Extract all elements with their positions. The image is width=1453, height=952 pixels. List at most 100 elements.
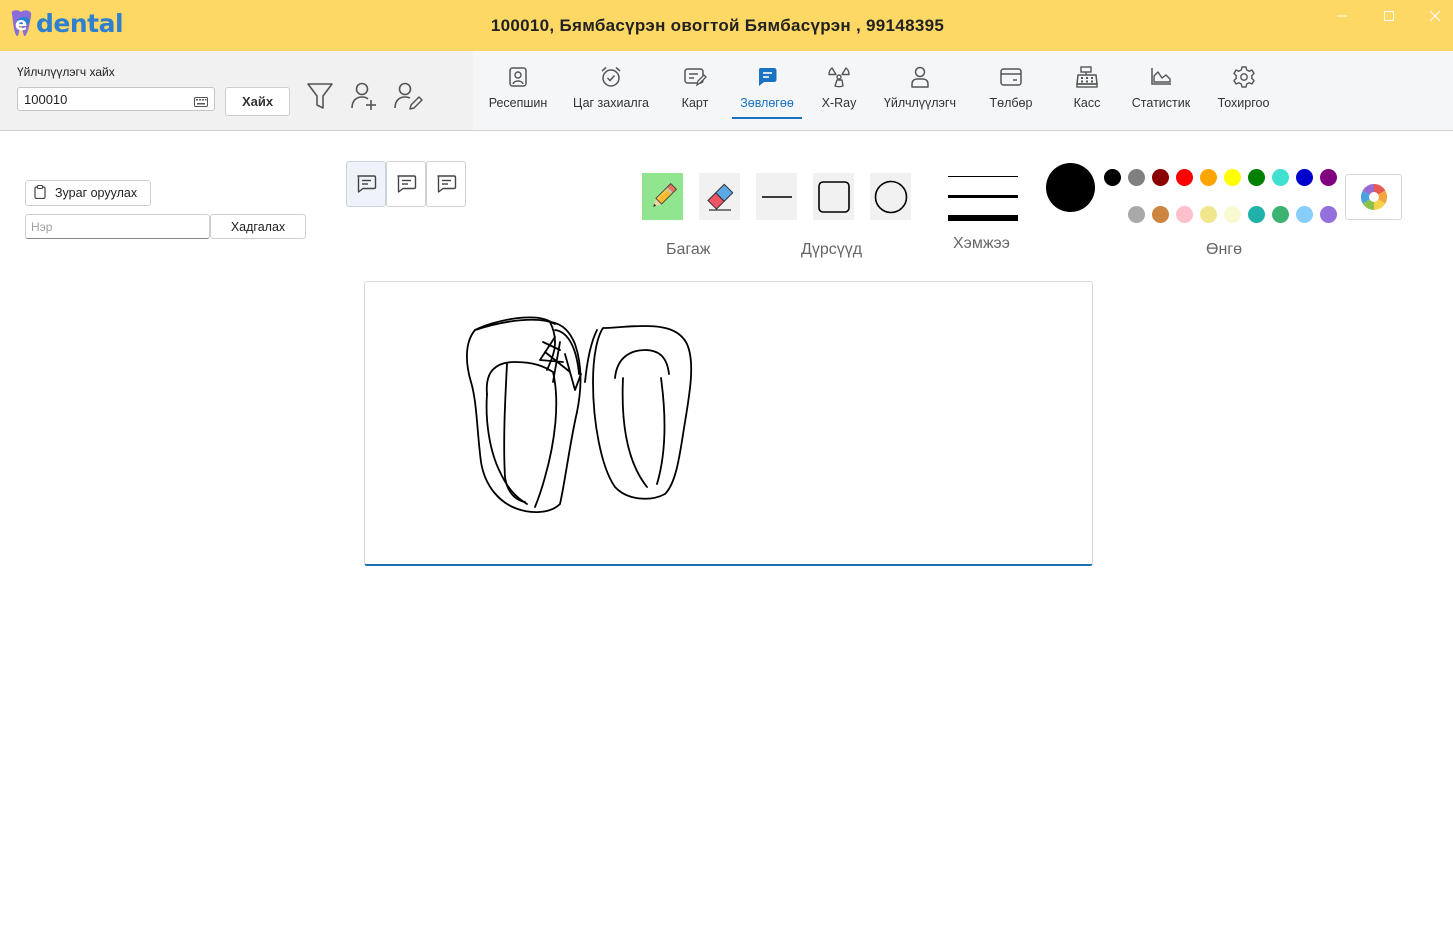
note-button-2[interactable] xyxy=(386,161,426,207)
card-edit-icon xyxy=(683,65,707,89)
color-swatch[interactable] xyxy=(1272,169,1289,186)
tools-group-label: Багаж xyxy=(666,241,711,258)
keyboard-icon[interactable] xyxy=(194,94,208,112)
nav-xray[interactable]: X-Ray xyxy=(818,65,860,119)
color-swatch[interactable] xyxy=(1152,169,1169,186)
add-user-icon xyxy=(351,82,376,110)
color-swatch[interactable] xyxy=(1296,169,1313,186)
color-swatch[interactable] xyxy=(1296,206,1313,223)
stroke-size-thick[interactable] xyxy=(948,215,1018,221)
search-field[interactable] xyxy=(17,87,215,111)
color-swatch[interactable] xyxy=(1152,206,1169,223)
color-swatch[interactable] xyxy=(1320,206,1337,223)
note-button-1[interactable] xyxy=(346,161,386,207)
shapes-group-label: Дүрсүүд xyxy=(801,241,863,258)
note-3-icon xyxy=(437,175,457,193)
nav-label: Карт xyxy=(681,96,709,110)
color-swatch[interactable] xyxy=(1224,206,1241,223)
color-swatch[interactable] xyxy=(1248,169,1265,186)
eraser-tool-button[interactable] xyxy=(699,173,740,220)
nav-label: Тохиргоо xyxy=(1217,96,1270,110)
nav-label: Үйлчлүүлэгч xyxy=(883,96,956,110)
stroke-size-medium[interactable] xyxy=(948,195,1018,198)
color-swatch[interactable] xyxy=(1320,169,1337,186)
close-icon xyxy=(1429,10,1441,22)
color-swatch[interactable] xyxy=(1224,169,1241,186)
note-2-icon xyxy=(397,175,417,193)
color-swatch[interactable] xyxy=(1104,169,1121,186)
edit-user-button[interactable] xyxy=(393,80,423,112)
line-icon xyxy=(761,195,792,198)
tooth-sketch-drawing xyxy=(466,316,693,513)
title-bar: e dental 100010, Бямбасүрэн овогтой Бямб… xyxy=(0,0,1453,51)
rectangle-icon xyxy=(817,180,850,213)
nav-card[interactable]: Карт xyxy=(675,65,715,119)
nav-advice[interactable]: Зөвлөгөө xyxy=(732,65,802,119)
color-swatch[interactable] xyxy=(1272,206,1289,223)
pencil-icon xyxy=(652,182,677,207)
nav-payment[interactable]: Төлбөр xyxy=(986,65,1036,119)
pencil-tool-button[interactable] xyxy=(642,173,683,220)
color-swatch[interactable] xyxy=(1200,206,1217,223)
filter-icon xyxy=(307,83,333,109)
filter-button[interactable] xyxy=(305,80,335,112)
color-swatch[interactable] xyxy=(1176,169,1193,186)
eraser-icon xyxy=(706,183,733,211)
nav-label: Цаг захиалга xyxy=(573,96,649,110)
search-button[interactable]: Хайх xyxy=(225,87,290,116)
nav-appointment[interactable]: Цаг захиалга xyxy=(568,65,654,119)
name-field[interactable] xyxy=(25,214,210,239)
search-label: Үйлчлүүлэгч хайх xyxy=(17,65,115,79)
payment-card-icon xyxy=(999,65,1023,89)
stroke-size-selector xyxy=(948,176,1018,221)
nav-label: Касс xyxy=(1073,96,1101,110)
radiation-icon xyxy=(827,65,851,89)
minimize-icon xyxy=(1337,15,1347,17)
chart-icon xyxy=(1149,65,1173,89)
search-input[interactable] xyxy=(18,88,184,110)
nav-label: X-Ray xyxy=(821,96,857,110)
circle-icon xyxy=(874,180,907,213)
maximize-icon xyxy=(1384,11,1394,21)
nav-statistics[interactable]: Статистик xyxy=(1126,65,1196,119)
color-swatch[interactable] xyxy=(1128,206,1145,223)
color-swatch[interactable] xyxy=(1248,206,1265,223)
gear-icon xyxy=(1232,65,1256,89)
color-picker-button[interactable] xyxy=(1345,174,1402,220)
color-swatch[interactable] xyxy=(1176,206,1193,223)
circle-shape-button[interactable] xyxy=(870,173,911,220)
nav-cashier[interactable]: Касс xyxy=(1068,65,1106,119)
name-input[interactable] xyxy=(26,215,201,238)
size-group-label: Хэмжээ xyxy=(953,235,1010,252)
selected-color-swatch xyxy=(1046,163,1095,212)
nav-label: Статистик xyxy=(1131,96,1191,110)
add-user-button[interactable] xyxy=(349,80,379,112)
save-button[interactable]: Хадгалах xyxy=(210,214,306,239)
note-button-3[interactable] xyxy=(426,161,466,207)
maximize-button[interactable] xyxy=(1377,6,1401,26)
nav-settings[interactable]: Тохиргоо xyxy=(1212,65,1275,119)
nav-label: Ресепшин xyxy=(488,96,548,110)
color-swatch[interactable] xyxy=(1128,169,1145,186)
upload-image-label: Зураг оруулах xyxy=(55,186,138,200)
color-wheel-icon xyxy=(1360,183,1387,211)
nav-reception[interactable]: Ресепшин xyxy=(484,65,552,119)
stroke-size-thin[interactable] xyxy=(948,176,1018,177)
color-swatch[interactable] xyxy=(1200,169,1217,186)
window-title: 100010, Бямбасүрэн овогтой Бямбасүрэн , … xyxy=(490,16,945,35)
reception-icon xyxy=(508,65,528,89)
toolbar-divider xyxy=(0,130,1453,131)
note-1-icon xyxy=(357,175,377,193)
alarm-clock-icon xyxy=(599,65,623,89)
rectangle-shape-button[interactable] xyxy=(813,173,854,220)
nav-customer[interactable]: Үйлчлүүлэгч xyxy=(882,65,958,119)
drawing-canvas[interactable] xyxy=(364,281,1093,566)
close-button[interactable] xyxy=(1423,6,1447,26)
upload-image-button[interactable]: Зураг оруулах xyxy=(25,180,151,206)
nav-label: Төлбөр xyxy=(989,96,1033,110)
person-icon xyxy=(909,65,931,89)
nav-label: Зөвлөгөө xyxy=(740,96,794,110)
minimize-button[interactable] xyxy=(1330,6,1354,26)
advice-chat-icon xyxy=(756,65,778,89)
line-shape-button[interactable] xyxy=(756,173,797,220)
